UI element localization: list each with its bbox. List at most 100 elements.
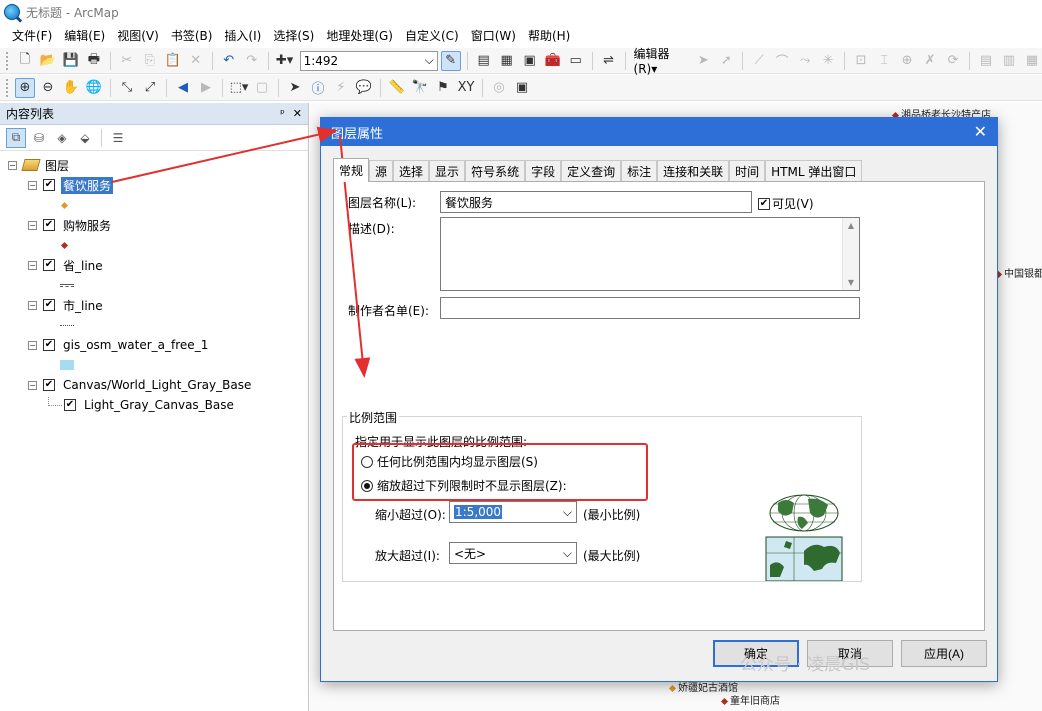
catalog-icon[interactable]: ▦ — [497, 51, 517, 71]
toolbar-grip[interactable] — [6, 78, 10, 97]
attributes-icon[interactable]: ▤ — [976, 51, 996, 71]
close-icon[interactable]: ✕ — [974, 124, 987, 140]
menu-help[interactable]: 帮助(H) — [522, 25, 576, 47]
sketch-properties-icon[interactable]: ▥ — [999, 51, 1019, 71]
layer-label[interactable]: Canvas/World_Light_Gray_Base — [61, 378, 253, 392]
python-window-icon[interactable]: ▭ — [566, 51, 586, 71]
tree-row-layer[interactable]: − ✔ gis_osm_water_a_free_1 — [28, 336, 210, 354]
min-scale-combo[interactable]: 1:5,000 ⌵ — [449, 501, 577, 523]
forward-arrow-icon[interactable]: ▶ — [196, 78, 216, 98]
full-extent-icon[interactable]: 🌐 — [84, 78, 104, 98]
apply-button[interactable]: 应用(A) — [901, 640, 987, 667]
menu-customize[interactable]: 自定义(C) — [399, 25, 465, 47]
endpoint-arc-icon[interactable]: ⌒ — [772, 51, 792, 71]
toc-options-icon[interactable]: ☰ — [108, 128, 128, 148]
menu-bookmarks[interactable]: 书签(B) — [165, 25, 219, 47]
layer-visibility-checkbox[interactable]: ✔ — [64, 399, 76, 411]
tab-joins-relates[interactable]: 连接和关联 — [657, 160, 730, 182]
edit-tool-icon[interactable]: ➤ — [693, 51, 713, 71]
rotate-icon[interactable]: ⟳ — [943, 51, 963, 71]
tab-source[interactable]: 源 — [369, 160, 394, 182]
model-builder-icon[interactable]: ⇌ — [599, 51, 619, 71]
menu-edit[interactable]: 编辑(E) — [58, 25, 111, 47]
copy-icon[interactable]: ⎘ — [140, 51, 160, 71]
print-icon[interactable]: 🖶 — [84, 51, 104, 71]
layer-visibility-checkbox[interactable]: ✔ — [43, 339, 55, 351]
delete-icon[interactable]: ✕ — [186, 51, 206, 71]
arctoolbox-icon[interactable]: 🧰 — [543, 51, 563, 71]
open-folder-icon[interactable]: 📂 — [38, 51, 58, 71]
layer-symbol[interactable] — [60, 356, 74, 374]
layer-label[interactable]: 省_line — [61, 257, 105, 274]
editor-menu-button[interactable]: 编辑器(R)▾ — [632, 45, 691, 76]
visible-checkbox[interactable]: ✔ — [758, 197, 770, 210]
tab-fields[interactable]: 字段 — [525, 160, 562, 182]
scroll-down-icon[interactable]: ▼ — [848, 278, 854, 287]
zoom-in-icon[interactable]: ⊕ — [15, 77, 35, 98]
visible-checkbox-group[interactable]: ✔ 可见(V) — [758, 195, 814, 212]
save-icon[interactable]: 💾 — [61, 51, 81, 71]
time-slider-icon[interactable]: ◎ — [489, 78, 509, 98]
scroll-up-icon[interactable]: ▲ — [848, 221, 854, 230]
viewer-window-icon[interactable]: ▣ — [512, 78, 532, 98]
table-of-contents-icon[interactable]: ▤ — [474, 51, 494, 71]
tab-symbology[interactable]: 符号系统 — [465, 160, 526, 182]
menu-insert[interactable]: 插入(I) — [218, 25, 267, 47]
find-route-icon[interactable]: ⚑ — [433, 78, 453, 98]
description-textarea[interactable]: ▲ ▼ — [440, 217, 860, 291]
tree-row-layers-root[interactable]: − 图层 — [8, 156, 71, 174]
layer-label[interactable]: 购物服务 — [61, 217, 113, 234]
pin-icon[interactable]: ᵖ — [280, 107, 285, 120]
list-by-visibility-icon[interactable]: ◈ — [52, 128, 72, 148]
collapse-icon[interactable]: − — [28, 380, 37, 390]
fixed-zoom-out-icon[interactable]: ⤢ — [140, 78, 160, 98]
layer-visibility-checkbox[interactable]: ✔ — [43, 259, 55, 271]
layer-label[interactable]: Light_Gray_Canvas_Base — [82, 398, 236, 412]
tab-definition-query[interactable]: 定义查询 — [561, 160, 622, 182]
layer-visibility-checkbox[interactable]: ✔ — [43, 219, 55, 231]
tab-selection[interactable]: 选择 — [393, 160, 430, 182]
layer-label[interactable]: gis_osm_water_a_free_1 — [61, 338, 210, 352]
reshape-icon[interactable]: ⌶ — [874, 51, 894, 71]
close-icon[interactable]: ✕ — [293, 107, 302, 120]
layer-label[interactable]: 市_line — [61, 297, 105, 314]
tab-general[interactable]: 常规 — [333, 158, 370, 182]
redo-icon[interactable]: ↷ — [242, 51, 262, 71]
tab-display[interactable]: 显示 — [429, 160, 466, 182]
layer-symbol[interactable] — [60, 276, 74, 294]
tab-time[interactable]: 时间 — [729, 160, 766, 182]
clear-selection-icon[interactable]: ▢ — [252, 78, 272, 98]
tree-row-sublayer[interactable]: ✔ Light_Gray_Canvas_Base — [48, 396, 236, 414]
layer-visibility-checkbox[interactable]: ✔ — [43, 299, 55, 311]
layer-name-input[interactable]: 餐饮服务 — [440, 191, 752, 213]
select-elements-arrow-icon[interactable]: ➤ — [285, 78, 305, 98]
menu-file[interactable]: 文件(F) — [6, 25, 58, 47]
trace-icon[interactable]: ⤳ — [795, 51, 815, 71]
paste-icon[interactable]: 📋 — [163, 51, 183, 71]
layer-symbol[interactable] — [60, 196, 70, 214]
go-to-xy-icon[interactable]: XY — [456, 78, 476, 98]
layer-label[interactable]: 餐饮服务 — [61, 176, 114, 194]
hyperlink-icon[interactable]: ⚡ — [331, 78, 351, 98]
layer-visibility-checkbox[interactable]: ✔ — [43, 379, 55, 391]
layer-symbol[interactable] — [60, 316, 74, 334]
create-features-icon[interactable]: ▦ — [1022, 51, 1042, 71]
straight-segment-icon[interactable]: ⟋ — [749, 51, 769, 71]
identify-icon[interactable]: ⓘ — [308, 78, 328, 98]
edit-vertices-icon[interactable]: ⊡ — [851, 51, 871, 71]
collapse-icon[interactable]: − — [28, 180, 37, 190]
pan-hand-icon[interactable]: ✋ — [61, 78, 81, 98]
menu-windows[interactable]: 窗口(W) — [465, 25, 522, 47]
measure-icon[interactable]: 📏 — [387, 78, 407, 98]
html-popup-icon[interactable]: 💬 — [354, 78, 374, 98]
split-icon[interactable]: ✗ — [920, 51, 940, 71]
tree-row-layer[interactable]: − ✔ Canvas/World_Light_Gray_Base — [28, 376, 253, 394]
zoom-out-icon[interactable]: ⊖ — [38, 78, 58, 98]
collapse-icon[interactable]: − — [8, 160, 17, 170]
add-data-icon[interactable]: ✚▾ — [275, 51, 295, 71]
tree-row-layer[interactable]: − ✔ 市_line — [28, 296, 105, 314]
menu-selection[interactable]: 选择(S) — [267, 25, 320, 47]
map-scale-combo[interactable]: 1:492 ⌵ — [299, 50, 438, 71]
select-features-icon[interactable]: ⬚▾ — [229, 78, 249, 98]
tab-html-popup[interactable]: HTML 弹出窗口 — [765, 160, 863, 182]
